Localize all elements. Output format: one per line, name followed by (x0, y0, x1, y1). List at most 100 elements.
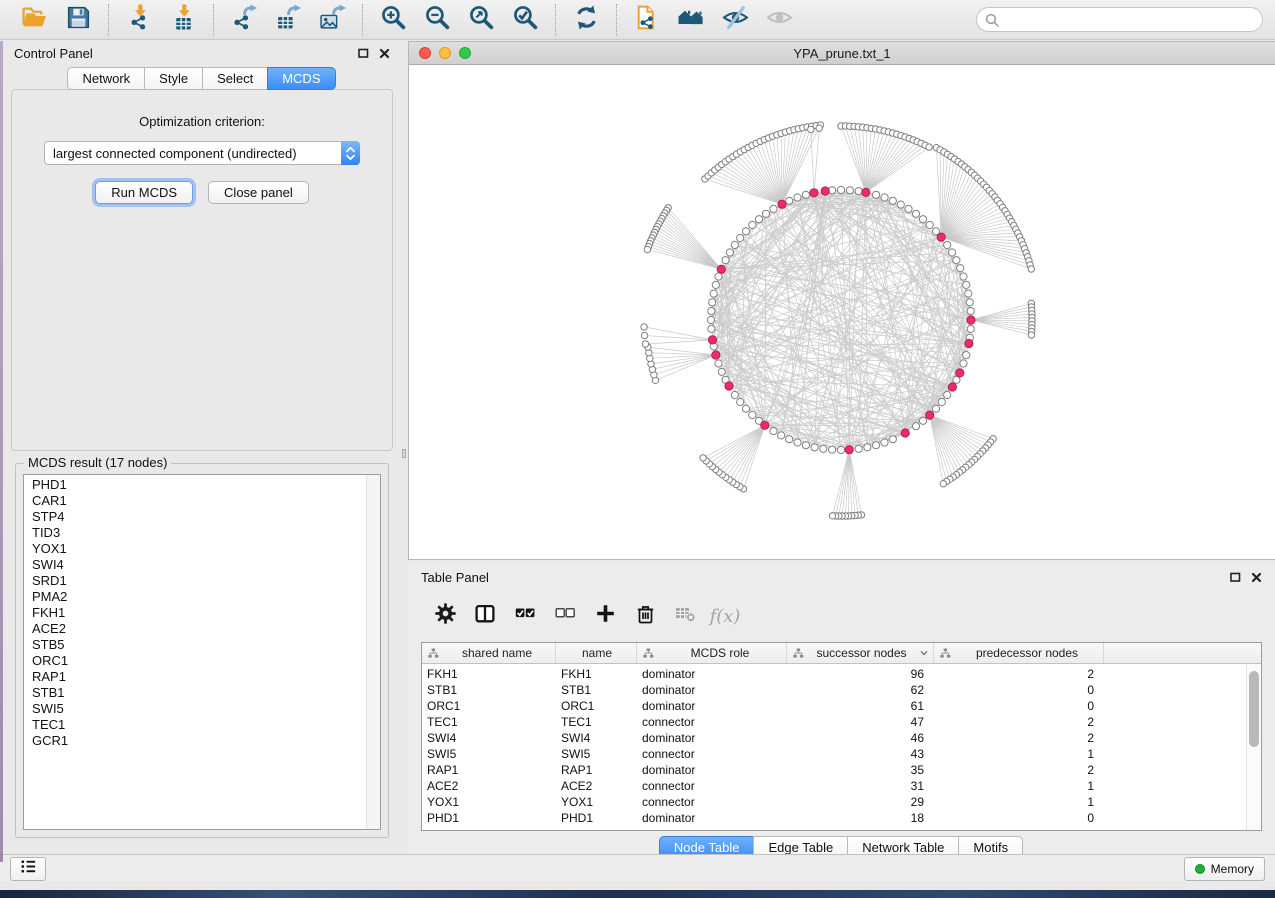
zoom-in-button[interactable] (377, 4, 409, 36)
tab-style[interactable]: Style (144, 67, 203, 90)
network-node[interactable] (932, 405, 939, 412)
network-node[interactable] (919, 216, 926, 223)
network-node[interactable] (897, 201, 904, 208)
network-node[interactable] (749, 411, 756, 418)
column-header-successor-nodes[interactable]: successor nodes (787, 643, 934, 663)
network-node[interactable] (889, 436, 896, 443)
network-node[interactable] (965, 290, 972, 297)
network-hub-node[interactable] (717, 265, 725, 273)
network-node[interactable] (708, 325, 715, 332)
export-image-button[interactable] (316, 4, 348, 36)
network-node[interactable] (966, 299, 973, 306)
search-input[interactable] (1004, 11, 1253, 28)
network-node[interactable] (912, 423, 919, 430)
network-node[interactable] (755, 216, 762, 223)
list-item[interactable]: GCR1 (24, 733, 366, 749)
network-node[interactable] (960, 360, 967, 367)
column-header-predecessor-nodes[interactable]: predecessor nodes (934, 643, 1104, 663)
network-node[interactable] (963, 281, 970, 288)
network-node[interactable] (731, 391, 738, 398)
column-header-name[interactable]: name (556, 643, 637, 663)
network-node[interactable] (967, 308, 974, 315)
network-node[interactable] (794, 439, 801, 446)
table-row[interactable]: ORC1ORC1dominator610 (422, 698, 1261, 714)
network-hub-node[interactable] (778, 200, 786, 208)
table-row[interactable]: PHD1PHD1dominator180 (422, 810, 1261, 826)
network-node[interactable] (864, 444, 871, 451)
network-node[interactable] (829, 513, 835, 519)
table-scrollbar[interactable] (1246, 664, 1261, 830)
zoom-fit-content-button[interactable] (465, 4, 497, 36)
table-row[interactable]: RAP1RAP1dominator352 (422, 762, 1261, 778)
list-item[interactable]: SWI4 (24, 557, 366, 573)
network-node[interactable] (712, 281, 719, 288)
network-node[interactable] (808, 126, 814, 132)
create-new-column-button[interactable] (592, 603, 618, 629)
network-node[interactable] (944, 391, 951, 398)
open-session-button[interactable] (18, 4, 50, 36)
table-row[interactable]: STB1STB1dominator620 (422, 682, 1261, 698)
network-node[interactable] (837, 186, 844, 193)
close-panel-icon[interactable] (379, 48, 390, 59)
mcds-result-list[interactable]: PHD1CAR1STP4TID3YOX1SWI4SRD1PMA2FKH1ACE2… (23, 474, 381, 830)
apply-preferred-layout-button[interactable] (570, 4, 602, 36)
table-row[interactable]: SWI4SWI4dominator462 (422, 730, 1261, 746)
first-neighbors-of-selected-button[interactable] (675, 4, 707, 36)
task-history-button[interactable] (10, 857, 46, 881)
table-row[interactable]: FKH1FKH1dominator962 (422, 666, 1261, 682)
network-node[interactable] (855, 188, 862, 195)
network-node[interactable] (715, 273, 722, 280)
network-node[interactable] (786, 197, 793, 204)
network-node[interactable] (926, 221, 933, 228)
column-header-shared-name[interactable]: shared name (422, 643, 556, 663)
export-network-button[interactable] (228, 4, 260, 36)
network-node[interactable] (912, 210, 919, 217)
table-row[interactable]: ACE2ACE2connector311 (422, 778, 1261, 794)
network-hub-node[interactable] (926, 411, 934, 419)
network-node[interactable] (737, 234, 744, 241)
network-node[interactable] (829, 446, 836, 453)
network-node[interactable] (846, 187, 853, 194)
network-node[interactable] (715, 360, 722, 367)
close-panel-button[interactable]: Close panel (208, 181, 309, 204)
list-item[interactable]: PHD1 (24, 477, 366, 493)
vertical-splitter[interactable] (401, 41, 408, 862)
memory-button[interactable]: Memory (1184, 857, 1265, 881)
list-item[interactable]: STB1 (24, 685, 366, 701)
network-node[interactable] (1028, 266, 1034, 272)
list-item[interactable]: ORC1 (24, 653, 366, 669)
network-node[interactable] (967, 325, 974, 332)
list-item[interactable]: RAP1 (24, 669, 366, 685)
network-node[interactable] (949, 249, 956, 256)
list-item[interactable]: TEC1 (24, 717, 366, 733)
list-scrollbar[interactable] (366, 475, 380, 829)
network-node[interactable] (770, 428, 777, 435)
network-node[interactable] (919, 417, 926, 424)
network-hub-node[interactable] (725, 382, 733, 390)
network-node[interactable] (770, 205, 777, 212)
network-hub-node[interactable] (810, 189, 818, 197)
network-node[interactable] (644, 246, 650, 252)
network-hub-node[interactable] (862, 188, 870, 196)
network-node[interactable] (641, 332, 647, 338)
network-node[interactable] (722, 257, 729, 264)
list-item[interactable]: YOX1 (24, 541, 366, 557)
import-network-from-file-button[interactable] (123, 4, 155, 36)
network-node[interactable] (820, 445, 827, 452)
network-node[interactable] (726, 249, 733, 256)
list-item[interactable]: SWI5 (24, 701, 366, 717)
network-node[interactable] (700, 455, 706, 461)
network-node[interactable] (778, 432, 785, 439)
network-node[interactable] (710, 290, 717, 297)
network-hub-node[interactable] (937, 233, 945, 241)
float-panel-icon[interactable] (358, 48, 369, 59)
table-row[interactable]: YOX1YOX1connector291 (422, 794, 1261, 810)
network-hub-node[interactable] (708, 336, 716, 344)
network-node[interactable] (855, 445, 862, 452)
network-hub-node[interactable] (901, 429, 909, 437)
import-table-from-file-button[interactable] (167, 4, 199, 36)
network-node[interactable] (708, 308, 715, 315)
list-item[interactable]: PMA2 (24, 589, 366, 605)
network-node[interactable] (707, 316, 714, 323)
network-hub-node[interactable] (967, 316, 975, 324)
